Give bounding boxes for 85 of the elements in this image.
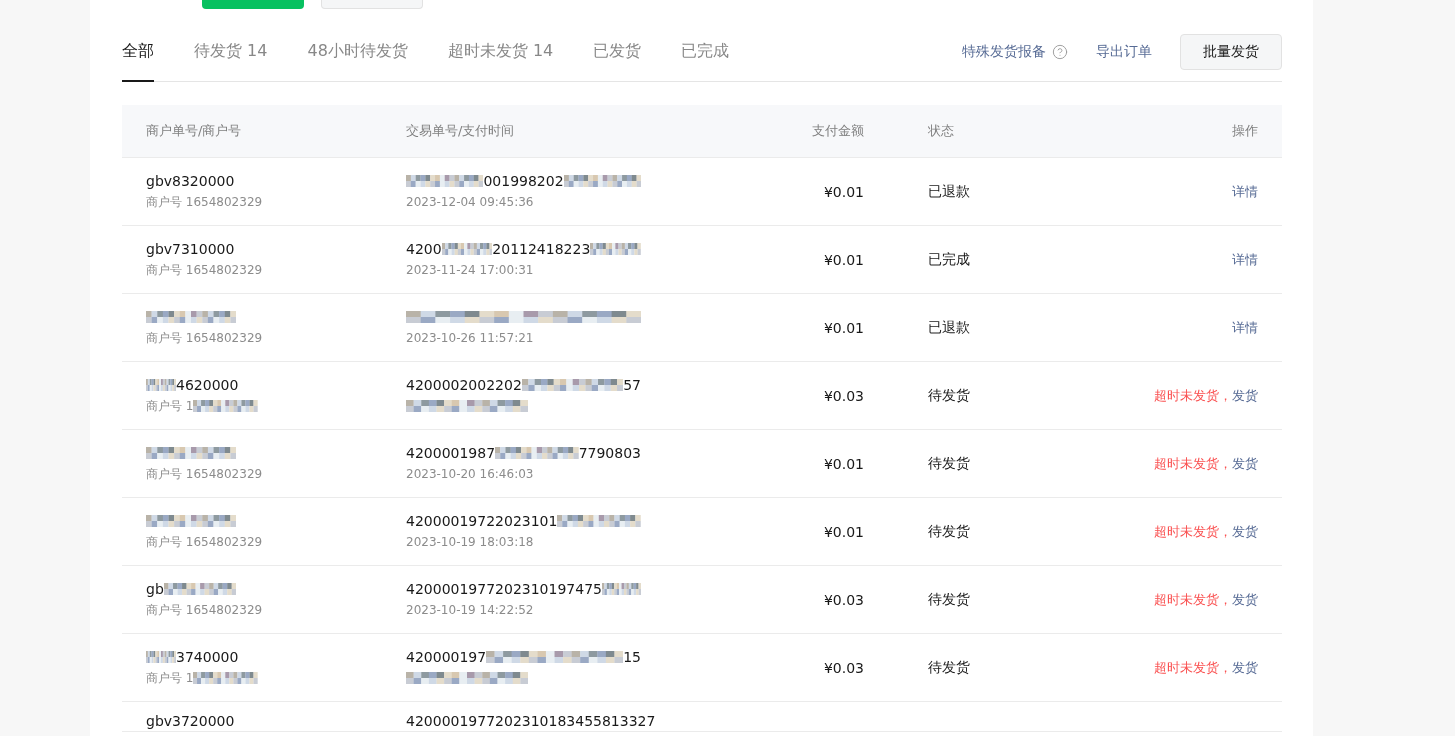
- primary-button[interactable]: [202, 0, 304, 9]
- redaction-mosaic: [146, 651, 176, 663]
- overdue-note: 超时未发货，: [1154, 590, 1232, 609]
- redaction-mosaic: [590, 243, 641, 255]
- primary-text: 001998202: [483, 173, 564, 189]
- secondary-text: 2023-10-20 16:46:03: [406, 467, 534, 481]
- status-text: 待发货: [927, 386, 970, 405]
- ship-link[interactable]: 发货: [1232, 454, 1258, 473]
- amount-text: ¥0.01: [823, 183, 864, 200]
- primary-text: 57: [623, 377, 641, 393]
- ship-link[interactable]: 详情: [1232, 318, 1258, 337]
- secondary-text: 商户号 1: [146, 397, 194, 415]
- primary-text: 4620000: [176, 377, 239, 393]
- tab[interactable]: 已完成: [681, 9, 730, 82]
- secondary-text: 商户号 1654802329: [146, 193, 263, 211]
- batch-ship-button[interactable]: 批量发货: [1180, 34, 1282, 70]
- redaction-mosaic: [146, 379, 176, 391]
- secondary-text: 2023-10-19 18:03:18: [406, 535, 534, 549]
- primary-text: 420000197: [406, 649, 487, 665]
- overdue-note: 超时未发货，: [1154, 386, 1232, 405]
- primary-text: 7790803: [578, 445, 641, 461]
- status-text: 待发货: [927, 454, 970, 473]
- primary-text: gbv3720000: [146, 713, 235, 729]
- primary-text: 4200001977202310197475: [406, 581, 602, 597]
- ship-link[interactable]: 发货: [1232, 522, 1258, 541]
- amount-text: ¥0.01: [823, 251, 864, 268]
- status-text: 已退款: [927, 182, 970, 201]
- help-icon[interactable]: [1052, 44, 1068, 60]
- redaction-mosaic: [193, 400, 258, 412]
- secondary-text: 2023-10-26 11:57:21: [406, 331, 534, 345]
- secondary-text: 商户号 1654802329: [146, 601, 263, 619]
- ship-link[interactable]: 详情: [1232, 182, 1258, 201]
- primary-text: 4200002002202: [406, 377, 522, 393]
- tab[interactable]: 48小时待发货: [307, 9, 408, 82]
- tab[interactable]: 全部: [122, 9, 154, 82]
- ship-link[interactable]: 发货: [1232, 590, 1258, 609]
- secondary-text: 商户号 1654802329: [146, 261, 263, 279]
- tab[interactable]: 超时未发货 14: [447, 9, 554, 82]
- secondary-button[interactable]: [321, 0, 423, 9]
- primary-text: gbv7310000: [146, 241, 235, 257]
- ship-link[interactable]: 详情: [1232, 250, 1258, 269]
- column-header: 支付金额: [812, 122, 864, 140]
- amount-text: ¥0.01: [823, 319, 864, 336]
- secondary-text: 商户号 1: [146, 669, 194, 687]
- tab[interactable]: 待发货 14: [194, 9, 268, 82]
- column-header: 状态: [928, 122, 954, 140]
- status-text: 待发货: [927, 522, 970, 541]
- secondary-text: 2023-11-24 17:00:31: [406, 263, 534, 277]
- status-text: 已退款: [927, 318, 970, 337]
- primary-text: 20112418223: [492, 241, 591, 257]
- overdue-note: 超时未发货，: [1154, 454, 1232, 473]
- primary-text: 3740000: [176, 649, 239, 665]
- primary-text: 4200: [406, 241, 442, 257]
- status-text: 待发货: [927, 590, 970, 609]
- column-header: 操作: [1232, 122, 1258, 140]
- primary-text: 4200001977202310183455813327: [406, 713, 656, 729]
- secondary-text: 2023-10-19 14:22:52: [406, 603, 534, 617]
- secondary-text: 商户号 1654802329: [146, 329, 263, 347]
- redaction-mosaic: [441, 243, 493, 255]
- amount-text: ¥0.01: [823, 455, 864, 472]
- special-report-link[interactable]: 特殊发货报备: [962, 29, 1046, 61]
- overdue-note: 超时未发货，: [1154, 658, 1232, 677]
- amount-text: ¥0.03: [823, 659, 864, 676]
- tab[interactable]: 已发货: [593, 9, 642, 82]
- ship-link[interactable]: 发货: [1232, 386, 1258, 405]
- overdue-note: 超时未发货，: [1154, 522, 1232, 541]
- primary-text: 4200001987: [406, 445, 496, 461]
- column-header: 交易单号/支付时间: [406, 122, 515, 140]
- primary-text: gb: [146, 581, 164, 597]
- export-link[interactable]: 导出订单: [1096, 29, 1152, 61]
- secondary-text: 2023-12-04 09:45:36: [406, 195, 534, 209]
- amount-text: ¥0.01: [823, 523, 864, 540]
- redaction-mosaic: [601, 583, 641, 595]
- redaction-mosaic: [193, 672, 258, 684]
- amount-text: ¥0.03: [823, 591, 864, 608]
- primary-text: 42000019722023101: [406, 513, 558, 529]
- column-header: 商户单号/商户号: [146, 122, 242, 140]
- secondary-text: 商户号 1654802329: [146, 533, 263, 551]
- amount-text: ¥0.03: [823, 387, 864, 404]
- status-text: 待发货: [927, 658, 970, 677]
- primary-text: 15: [623, 649, 641, 665]
- ship-link[interactable]: 发货: [1232, 658, 1258, 677]
- status-text: 已完成: [927, 250, 970, 269]
- secondary-text: 商户号 1654802329: [146, 465, 263, 483]
- primary-text: gbv8320000: [146, 173, 235, 189]
